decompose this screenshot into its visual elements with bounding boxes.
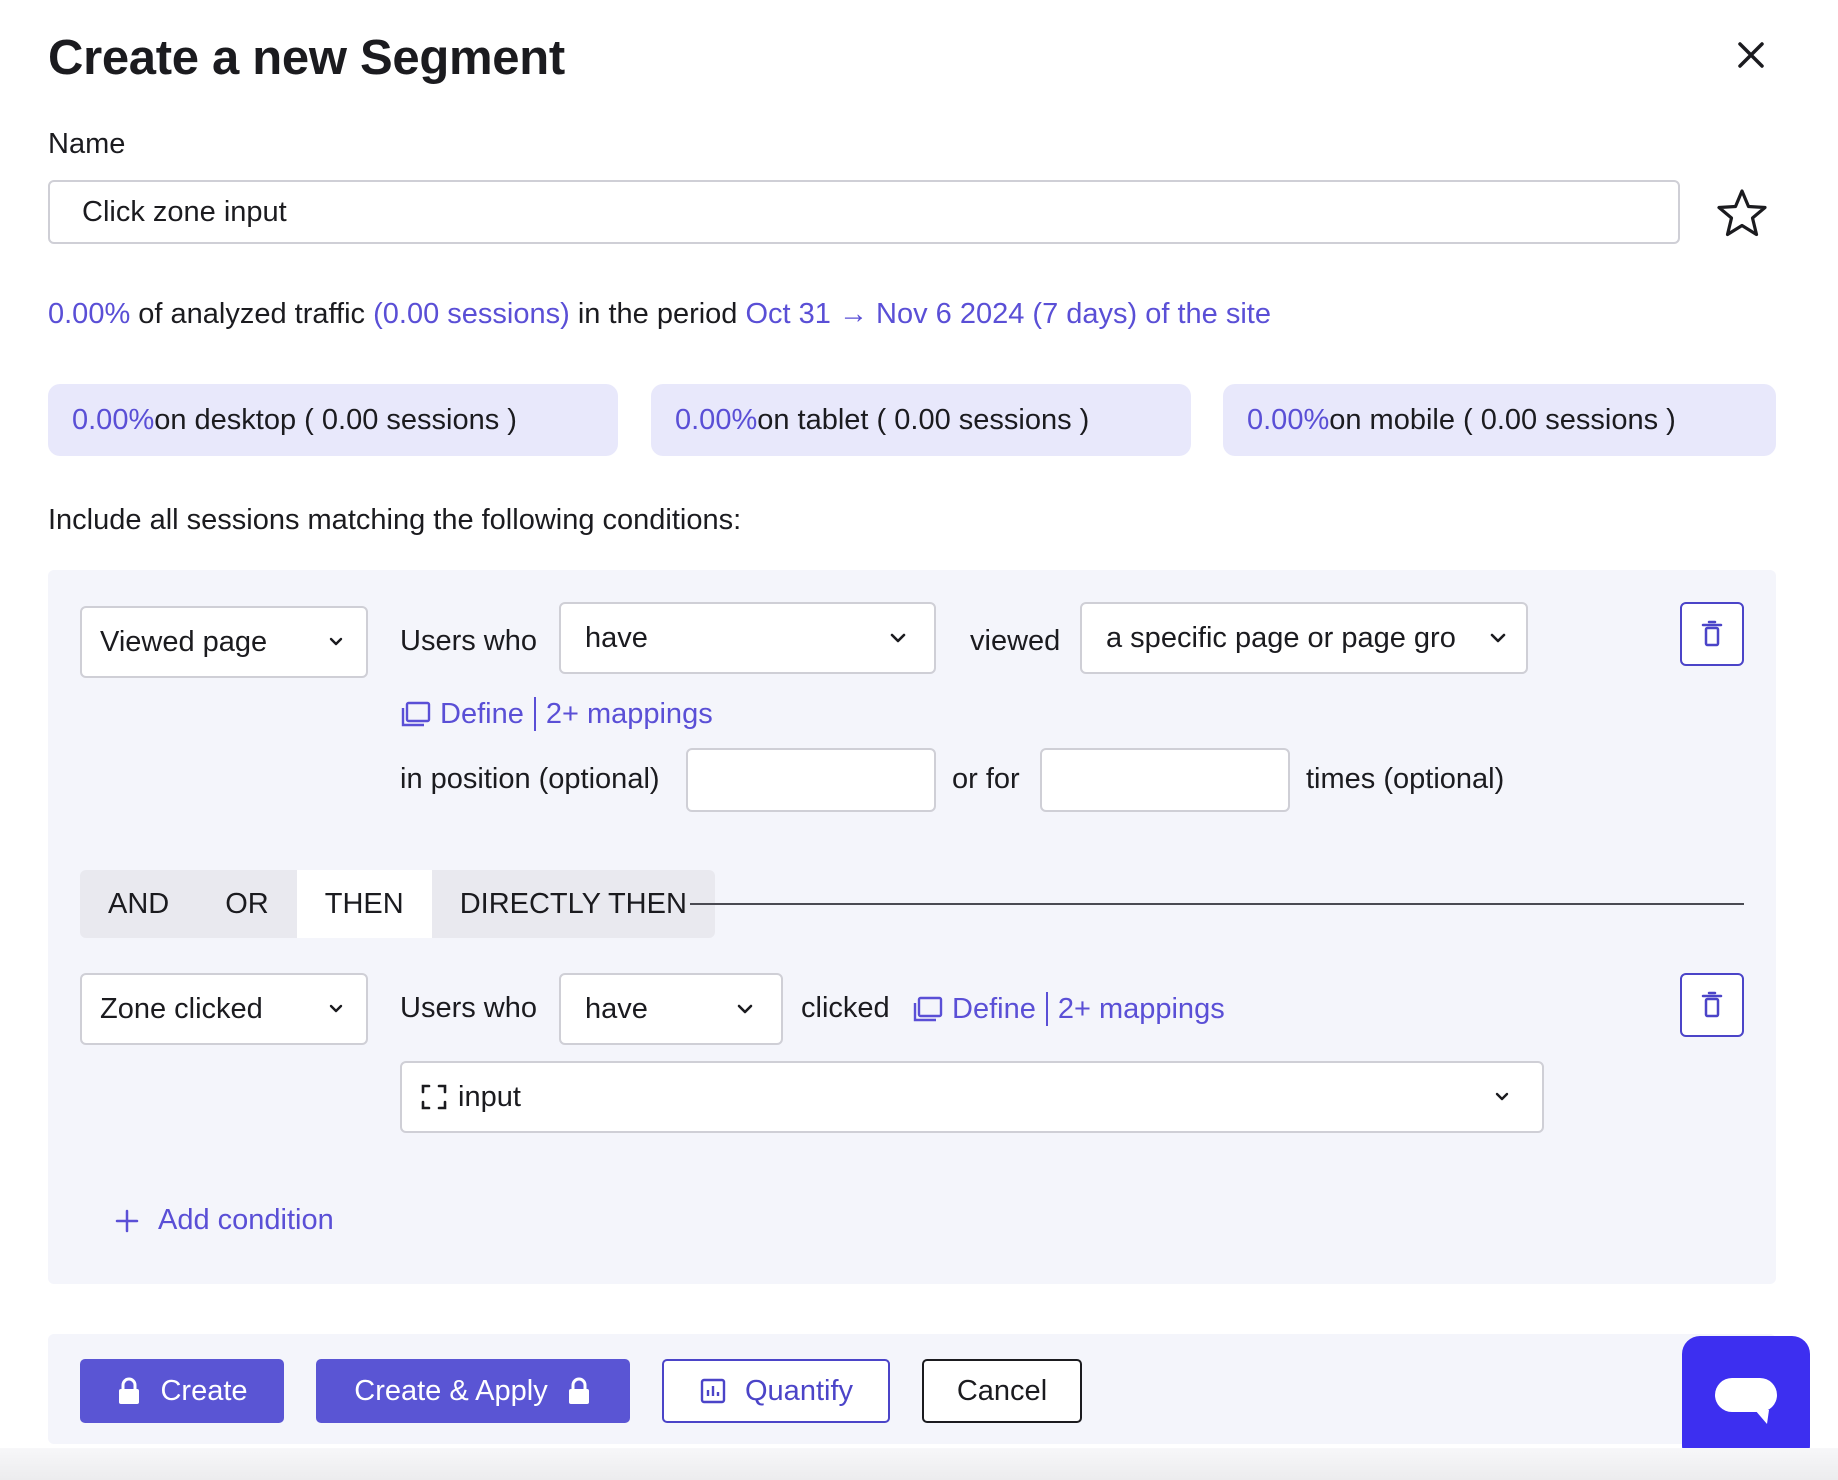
condition1-users-who: Users who xyxy=(400,625,537,657)
condition2-users-who: Users who xyxy=(400,992,537,1024)
condition2-define-label: Define xyxy=(952,992,1036,1025)
chevron-down-icon xyxy=(329,637,343,646)
create-button-label: Create xyxy=(160,1374,248,1407)
operator-or[interactable]: OR xyxy=(197,870,297,938)
chat-bubble-icon xyxy=(1715,1378,1777,1424)
cancel-button[interactable]: Cancel xyxy=(922,1359,1082,1423)
trash-icon xyxy=(1701,620,1723,647)
trash-icon xyxy=(1701,991,1723,1018)
condition1-type-select[interactable]: Viewed page xyxy=(80,606,368,678)
condition1-target-value: a specific page or page gro xyxy=(1106,621,1456,654)
zone-selection-icon xyxy=(421,1084,447,1110)
condition1-have-value: have xyxy=(585,621,648,654)
add-condition-button[interactable]: Add condition xyxy=(114,1204,334,1237)
plus-icon xyxy=(115,1209,139,1232)
chat-widget-button[interactable] xyxy=(1682,1336,1810,1464)
create-apply-button[interactable]: Create & Apply xyxy=(316,1359,630,1423)
star-outline-icon[interactable] xyxy=(1712,184,1772,244)
traffic-period-label: in the period xyxy=(569,298,746,330)
condition2-type-value: Zone clicked xyxy=(100,992,263,1025)
name-label: Name xyxy=(48,128,126,160)
condition2-zone-value: input xyxy=(458,1080,521,1113)
desktop-percent: 0.00% xyxy=(72,403,155,436)
operator-directly-then[interactable]: DIRECTLY THEN xyxy=(432,870,715,938)
traffic-percent: 0.00% xyxy=(48,298,131,330)
traffic-summary: 0.00% of analyzed traffic (0.00 sessions… xyxy=(48,298,1271,331)
condition1-mappings-label: 2+ mappings xyxy=(545,697,713,730)
footer-bar xyxy=(48,1334,1776,1444)
condition1-target-select[interactable]: a specific page or page gro xyxy=(1080,602,1528,674)
operator-then[interactable]: THEN xyxy=(296,870,432,938)
mobile-stat-card: 0.00% on mobile ( 0.00 sessions ) xyxy=(1223,384,1776,456)
desktop-text: on desktop ( 0.00 sessions ) xyxy=(154,403,517,436)
chevron-down-icon xyxy=(737,1004,753,1014)
segment-name-input[interactable] xyxy=(48,180,1680,244)
chevron-down-icon xyxy=(329,1004,343,1013)
condition1-delete-button[interactable] xyxy=(1680,602,1744,666)
condition2-zone-select[interactable]: input xyxy=(400,1061,1544,1133)
traffic-text: of analyzed traffic xyxy=(130,298,374,330)
condition2-define-link[interactable]: Define 2+ mappings xyxy=(912,992,1225,1026)
chart-icon xyxy=(700,1378,726,1404)
condition1-times-label: times (optional) xyxy=(1306,763,1505,795)
create-apply-label: Create & Apply xyxy=(354,1374,548,1407)
lock-icon xyxy=(119,1377,140,1404)
desktop-stat-card: 0.00% on desktop ( 0.00 sessions ) xyxy=(48,384,618,456)
add-condition-label: Add condition xyxy=(158,1204,334,1236)
condition2-type-select[interactable]: Zone clicked xyxy=(80,973,368,1045)
traffic-sessions: (0.00 sessions) xyxy=(373,298,570,330)
condition1-position-label: in position (optional) xyxy=(400,763,660,795)
quantify-label: Quantify xyxy=(745,1374,853,1407)
chevron-down-icon xyxy=(1490,633,1506,643)
tablet-percent: 0.00% xyxy=(675,403,758,436)
tablet-text: on tablet ( 0.00 sessions ) xyxy=(757,403,1090,436)
condition1-define-label: Define xyxy=(440,697,524,730)
condition1-define-link[interactable]: Define 2+ mappings xyxy=(400,697,713,731)
operator-and[interactable]: AND xyxy=(80,870,197,938)
chevron-down-icon xyxy=(890,633,906,643)
condition2-have-select[interactable]: have xyxy=(559,973,783,1045)
condition1-position-input[interactable] xyxy=(686,748,936,812)
create-button[interactable]: Create xyxy=(80,1359,284,1423)
cancel-label: Cancel xyxy=(956,1374,1048,1407)
mobile-percent: 0.00% xyxy=(1247,403,1330,436)
window-icon xyxy=(913,996,943,1022)
condition2-have-value: have xyxy=(585,992,648,1025)
dialog-title: Create a new Segment xyxy=(48,31,565,85)
condition2-verb: clicked xyxy=(801,992,890,1024)
close-icon[interactable] xyxy=(1726,30,1776,80)
condition1-have-select[interactable]: have xyxy=(559,602,936,674)
quantify-button[interactable]: Quantify xyxy=(662,1359,890,1423)
condition2-mappings-label: 2+ mappings xyxy=(1057,992,1225,1025)
condition1-type-value: Viewed page xyxy=(100,625,268,658)
condition1-times-input[interactable] xyxy=(1040,748,1290,812)
operator-toggle-group: AND OR THEN DIRECTLY THEN xyxy=(80,870,715,938)
mobile-text: on mobile ( 0.00 sessions ) xyxy=(1329,403,1676,436)
lock-icon xyxy=(568,1377,589,1404)
page-bottom-edge xyxy=(0,1448,1838,1480)
conditions-intro: Include all sessions matching the follow… xyxy=(48,504,742,536)
tablet-stat-card: 0.00% on tablet ( 0.00 sessions ) xyxy=(651,384,1191,456)
condition1-or-for: or for xyxy=(952,763,1020,795)
operator-divider xyxy=(690,903,1744,905)
window-icon xyxy=(401,701,431,727)
chevron-down-icon xyxy=(1495,1092,1509,1101)
condition1-verb: viewed xyxy=(970,625,1061,657)
condition2-delete-button[interactable] xyxy=(1680,973,1744,1037)
traffic-period-link[interactable]: Oct 31 → Nov 6 2024 (7 days) of the site xyxy=(746,298,1271,330)
